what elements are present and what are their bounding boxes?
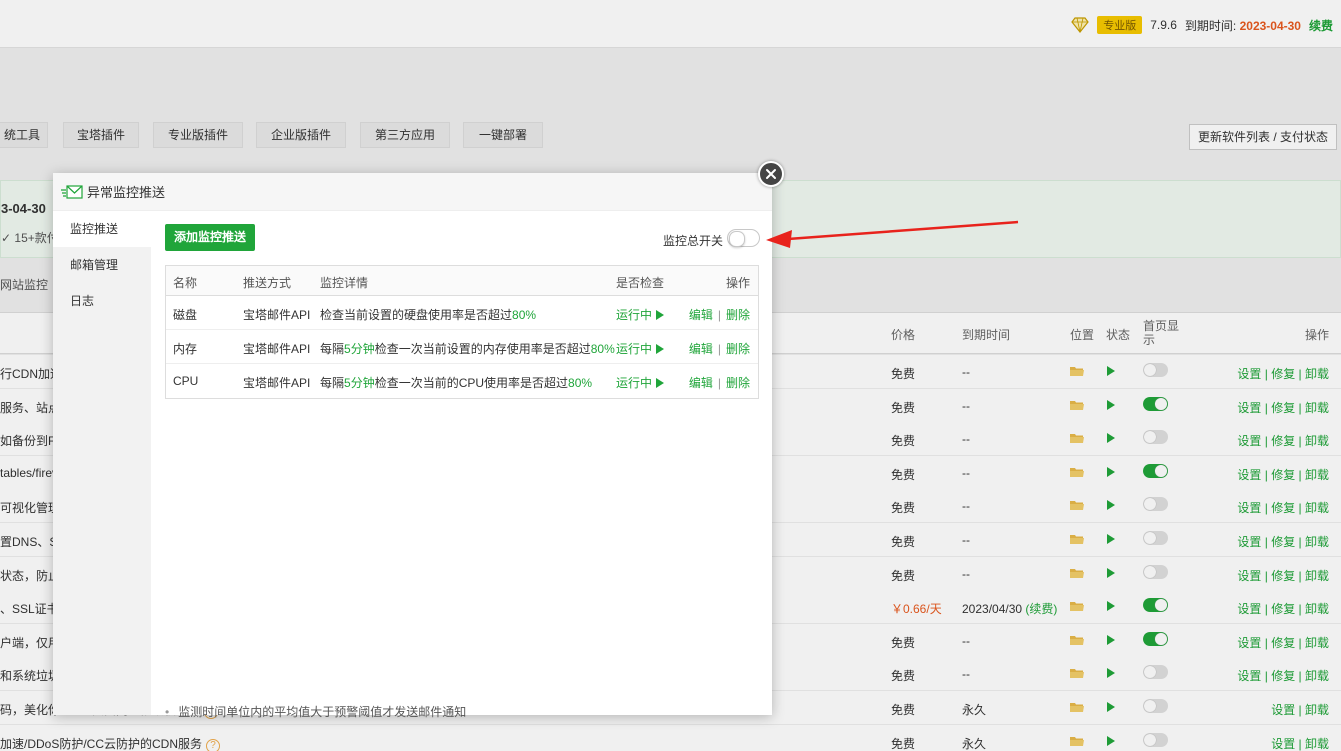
alert-push-dialog: 异常监控推送 监控推送 邮箱管理 日志 添加监控推送 监控总开关 名称 推送方式… [53,173,772,719]
monitor-ops: 编辑 | 删除 [688,308,750,322]
col-detail: 监控详情 [320,276,369,290]
col-check: 是否检查 [616,276,665,290]
monitor-push-way: 宝塔邮件API [243,376,311,390]
monitor-threshold: 80% [512,308,537,322]
sidebar-item-email-manage[interactable]: 邮箱管理 [53,247,151,283]
col-name: 名称 [173,276,198,290]
monitor-row: CPU 宝塔邮件API 每隔5分钟检查一次当前的CPU使用率是否超过80% 运行中 编辑… [166,364,758,398]
master-switch-toggle[interactable] [727,229,760,247]
monitor-ops: 编辑 | 删除 [688,376,750,390]
delete-link[interactable]: 删除 [726,342,750,356]
sidebar-item-monitor-push[interactable]: 监控推送 [53,211,151,247]
monitor-name: CPU [173,374,199,388]
monitor-push-way: 宝塔邮件API [243,342,311,356]
monitor-push-way: 宝塔邮件API [243,308,311,322]
dialog-title: 异常监控推送 [87,185,166,200]
monitor-threshold: 80% [568,376,593,390]
dialog-header: 异常监控推送 [53,173,772,211]
mail-icon [61,184,83,199]
monitor-name: 磁盘 [173,308,198,322]
monitor-table: 名称 推送方式 监控详情 是否检查 操作 磁盘 宝塔邮件API 检查当前设置的硬盘使… [165,265,759,399]
monitor-interval: 5分钟 [344,342,375,356]
monitor-ops: 编辑 | 删除 [688,342,750,356]
edit-link[interactable]: 编辑 [689,376,713,390]
monitor-status[interactable]: 运行中 [616,306,665,323]
edit-link[interactable]: 编辑 [689,308,713,322]
monitor-name: 内存 [173,342,198,356]
monitor-row: 内存 宝塔邮件API 每隔5分钟检查一次当前设置的内存使用率是否超过80% 运行中 编辑… [166,330,758,364]
close-dialog-button[interactable] [758,161,784,187]
monitor-table-header: 名称 推送方式 监控详情 是否检查 操作 [166,266,758,296]
play-icon [656,344,665,354]
col-ops: 操作 [725,276,750,290]
dialog-sidebar: 监控推送 邮箱管理 日志 [53,211,151,715]
play-icon [656,378,665,388]
col-push-way: 推送方式 [243,276,292,290]
close-icon [766,169,776,179]
master-switch-label: 监控总开关 [663,234,724,248]
add-monitor-push-button[interactable]: 添加监控推送 [165,224,256,251]
monitor-threshold: 80% [590,342,615,356]
monitor-detail: 每隔5分钟检查一次当前的CPU使用率是否超过80% [320,376,593,390]
dialog-content: 添加监控推送 监控总开关 名称 推送方式 监控详情 是否检查 操作 磁盘宝塔邮件… [151,211,772,719]
edit-link[interactable]: 编辑 [689,342,713,356]
delete-link[interactable]: 删除 [726,376,750,390]
monitor-interval: 5分钟 [344,376,375,390]
monitor-detail: 每隔5分钟检查一次当前设置的内存使用率是否超过80% [320,342,615,356]
monitor-status[interactable]: 运行中 [616,374,665,391]
monitor-status[interactable]: 运行中 [616,340,665,357]
red-arrow-annotation [766,220,1019,248]
monitor-detail: 检查当前设置的硬盘使用率是否超过80% [320,308,537,322]
monitor-row: 磁盘 宝塔邮件API 检查当前设置的硬盘使用率是否超过80% 运行中 编辑 | 删除 [166,296,758,330]
dialog-note: 监测时间单位内的平均值大于预警阈值才发送邮件通知 [165,703,466,720]
delete-link[interactable]: 删除 [726,308,750,322]
play-icon [656,310,665,320]
sidebar-item-log[interactable]: 日志 [53,283,151,319]
